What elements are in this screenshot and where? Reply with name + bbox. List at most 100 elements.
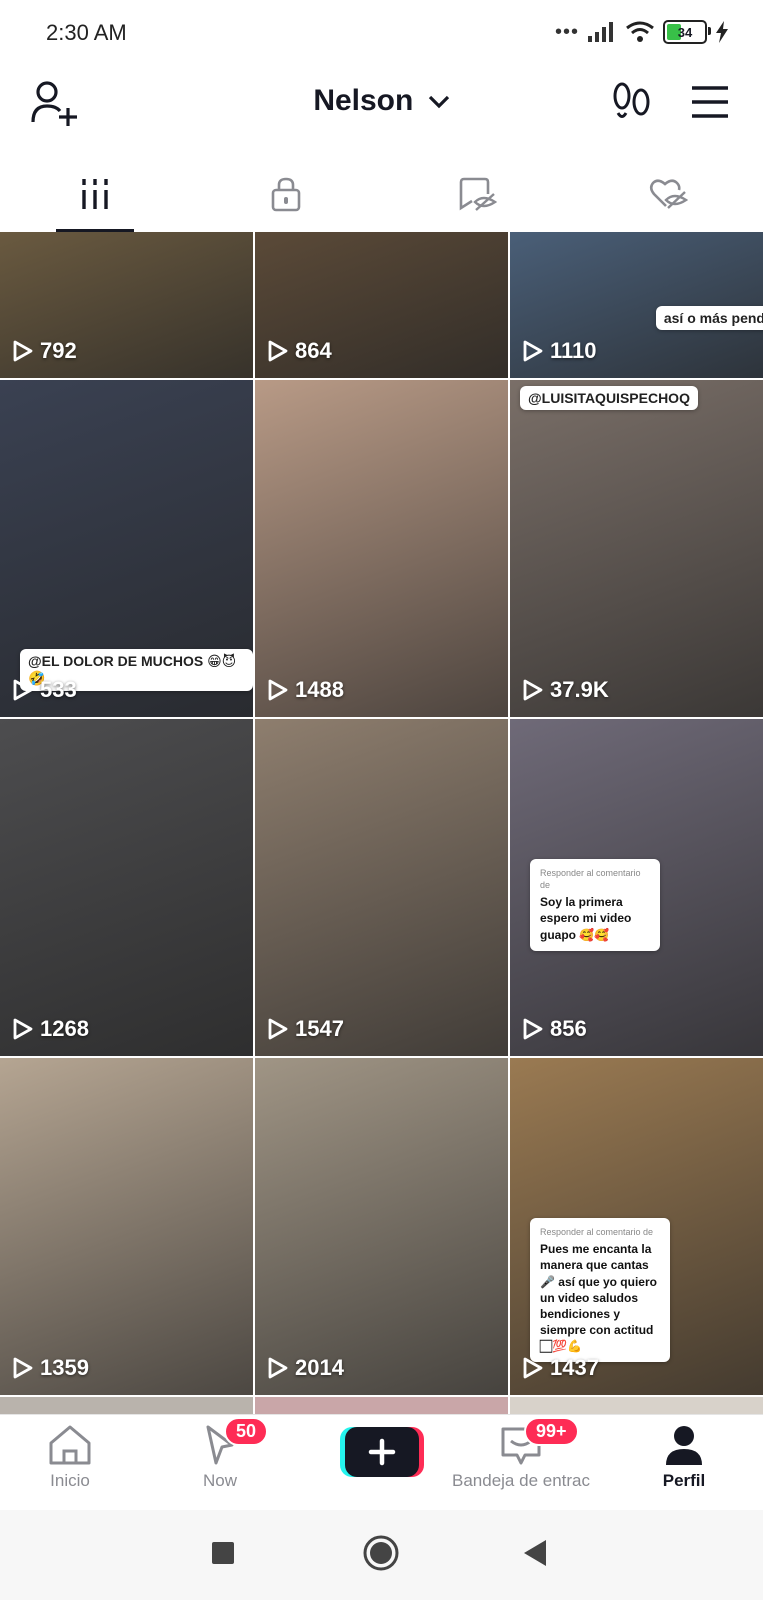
dots-icon: ••• (554, 21, 579, 43)
chevron-down-icon (428, 95, 449, 109)
video-thumbnail[interactable]: 1547 (255, 719, 508, 1056)
video-thumbnail[interactable]: 1359 (0, 1058, 253, 1395)
status-icons: ••• 34 (555, 20, 729, 44)
status-bar: 2:30 AM ••• 34 (0, 0, 763, 66)
video-thumbnail[interactable]: Responder al comentario de Pues me encant… (510, 1058, 763, 1395)
view-count-value: 533 (40, 677, 77, 702)
signal-icon (588, 22, 613, 42)
grid-icon (82, 179, 109, 209)
view-count-value: 792 (40, 338, 77, 363)
now-badge: 50 (224, 1417, 269, 1446)
wifi-icon (626, 21, 654, 42)
video-thumbnail[interactable]: 792 (0, 232, 253, 378)
tab-private[interactable] (191, 156, 382, 232)
video-thumbnail[interactable]: así o más pend 1110 (510, 232, 763, 378)
view-count: 792 (12, 338, 77, 364)
play-icon (13, 340, 33, 362)
video-thumbnail[interactable]: 1488 (255, 380, 508, 717)
profile-header: Nelson (0, 66, 763, 138)
nav-now-label: Now (202, 1471, 237, 1490)
video-thumbnail-partial[interactable] (0, 1397, 253, 1414)
back-icon[interactable] (522, 1538, 548, 1568)
play-icon (13, 1018, 33, 1040)
video-thumbnail-partial[interactable] (255, 1397, 508, 1414)
menu-icon[interactable] (690, 84, 730, 120)
view-count-value: 1437 (550, 1355, 599, 1380)
view-count: 1268 (12, 1016, 89, 1042)
view-count-value: 37.9K (550, 677, 609, 702)
view-count: 864 (267, 338, 332, 364)
tab-videos[interactable] (0, 156, 191, 232)
inbox-badge: 99+ (524, 1417, 579, 1446)
battery-icon: 34 (663, 20, 711, 44)
view-count: 1110 (522, 338, 597, 364)
lock-icon (271, 177, 301, 212)
bottom-nav: Inicio Now 50 Bandeja de entrac 99+ Perf… (0, 1414, 763, 1511)
video-thumbnail[interactable]: 1268 (0, 719, 253, 1056)
username: Nelson (313, 84, 414, 117)
view-count-value: 1110 (550, 338, 597, 363)
profile-tabs (0, 156, 763, 232)
view-count: 1547 (267, 1016, 344, 1042)
video-thumbnail[interactable]: 2014 (255, 1058, 508, 1395)
home-circle-icon[interactable] (362, 1534, 400, 1572)
play-icon (13, 679, 33, 701)
play-icon (523, 1018, 543, 1040)
view-count: 37.9K (522, 677, 609, 703)
reply-comment-header: Responder al comentario de (540, 868, 641, 891)
view-count-value: 1359 (40, 1355, 89, 1380)
reply-comment-header: Responder al comentario de (540, 1227, 654, 1237)
video-thumbnail-partial[interactable] (510, 1397, 763, 1414)
nav-profile[interactable]: Perfil (660, 1423, 708, 1491)
video-thumbnail[interactable]: @LUISITAQUISPECHOQ 37.9K (510, 380, 763, 717)
video-thumbnail[interactable]: @EL DOLOR DE MUCHOS 😁😈🤣 533 (0, 380, 253, 717)
video-thumbnail[interactable]: 864 (255, 232, 508, 378)
video-thumbnail[interactable]: Responder al comentario de Soy la primera… (510, 719, 763, 1056)
view-count-value: 1547 (295, 1016, 344, 1041)
view-count: 533 (12, 677, 77, 703)
nav-home[interactable]: Inicio (46, 1423, 94, 1491)
view-count: 1437 (522, 1355, 599, 1381)
system-nav-bar (0, 1510, 763, 1600)
tab-favorites[interactable] (382, 156, 573, 232)
play-icon (13, 1357, 33, 1379)
nav-inbox-label: Bandeja de entrac (452, 1471, 590, 1490)
status-time: 2:30 AM (46, 20, 127, 45)
view-count-value: 2014 (295, 1355, 344, 1380)
battery-level: 34 (677, 24, 693, 40)
recents-icon[interactable] (210, 1540, 236, 1566)
play-icon (268, 340, 288, 362)
reply-comment-card: Responder al comentario de Pues me encant… (530, 1218, 670, 1363)
video-overlay-tag: @LUISITAQUISPECHOQ (520, 386, 698, 410)
heart-hidden-icon (649, 179, 688, 209)
view-count-value: 1488 (295, 677, 344, 702)
view-count: 2014 (267, 1355, 344, 1381)
nav-profile-label: Perfil (662, 1471, 706, 1490)
view-count-value: 1268 (40, 1016, 89, 1041)
play-icon (268, 1357, 288, 1379)
create-button[interactable] (340, 1425, 424, 1479)
tab-liked[interactable] (572, 156, 763, 232)
bookmark-hidden-icon (459, 177, 497, 211)
nav-home-label: Inicio (50, 1471, 90, 1490)
play-icon (523, 1357, 543, 1379)
view-count-value: 864 (295, 338, 332, 363)
charging-icon (716, 21, 728, 43)
reply-comment-text: Soy la primera espero mi video guapo 🥰🥰 (540, 895, 632, 942)
view-count-value: 856 (550, 1016, 587, 1041)
view-count: 1488 (267, 677, 344, 703)
profile-icon (666, 1426, 702, 1465)
play-icon (268, 679, 288, 701)
nav-now[interactable]: Now 50 (196, 1417, 269, 1491)
view-count: 1359 (12, 1355, 89, 1381)
play-icon (523, 679, 543, 701)
reply-comment-text: Pues me encanta la manera que cantas 🎤 a… (540, 1242, 657, 1354)
video-caption: así o más pend (655, 306, 763, 330)
nav-inbox[interactable]: Bandeja de entrac 99+ (452, 1417, 590, 1491)
home-icon (49, 1425, 91, 1465)
footprint-icon[interactable] (610, 80, 654, 124)
play-icon (523, 340, 543, 362)
view-count: 856 (522, 1016, 587, 1042)
reply-comment-card: Responder al comentario de Soy la primera… (530, 859, 660, 951)
play-icon (268, 1018, 288, 1040)
